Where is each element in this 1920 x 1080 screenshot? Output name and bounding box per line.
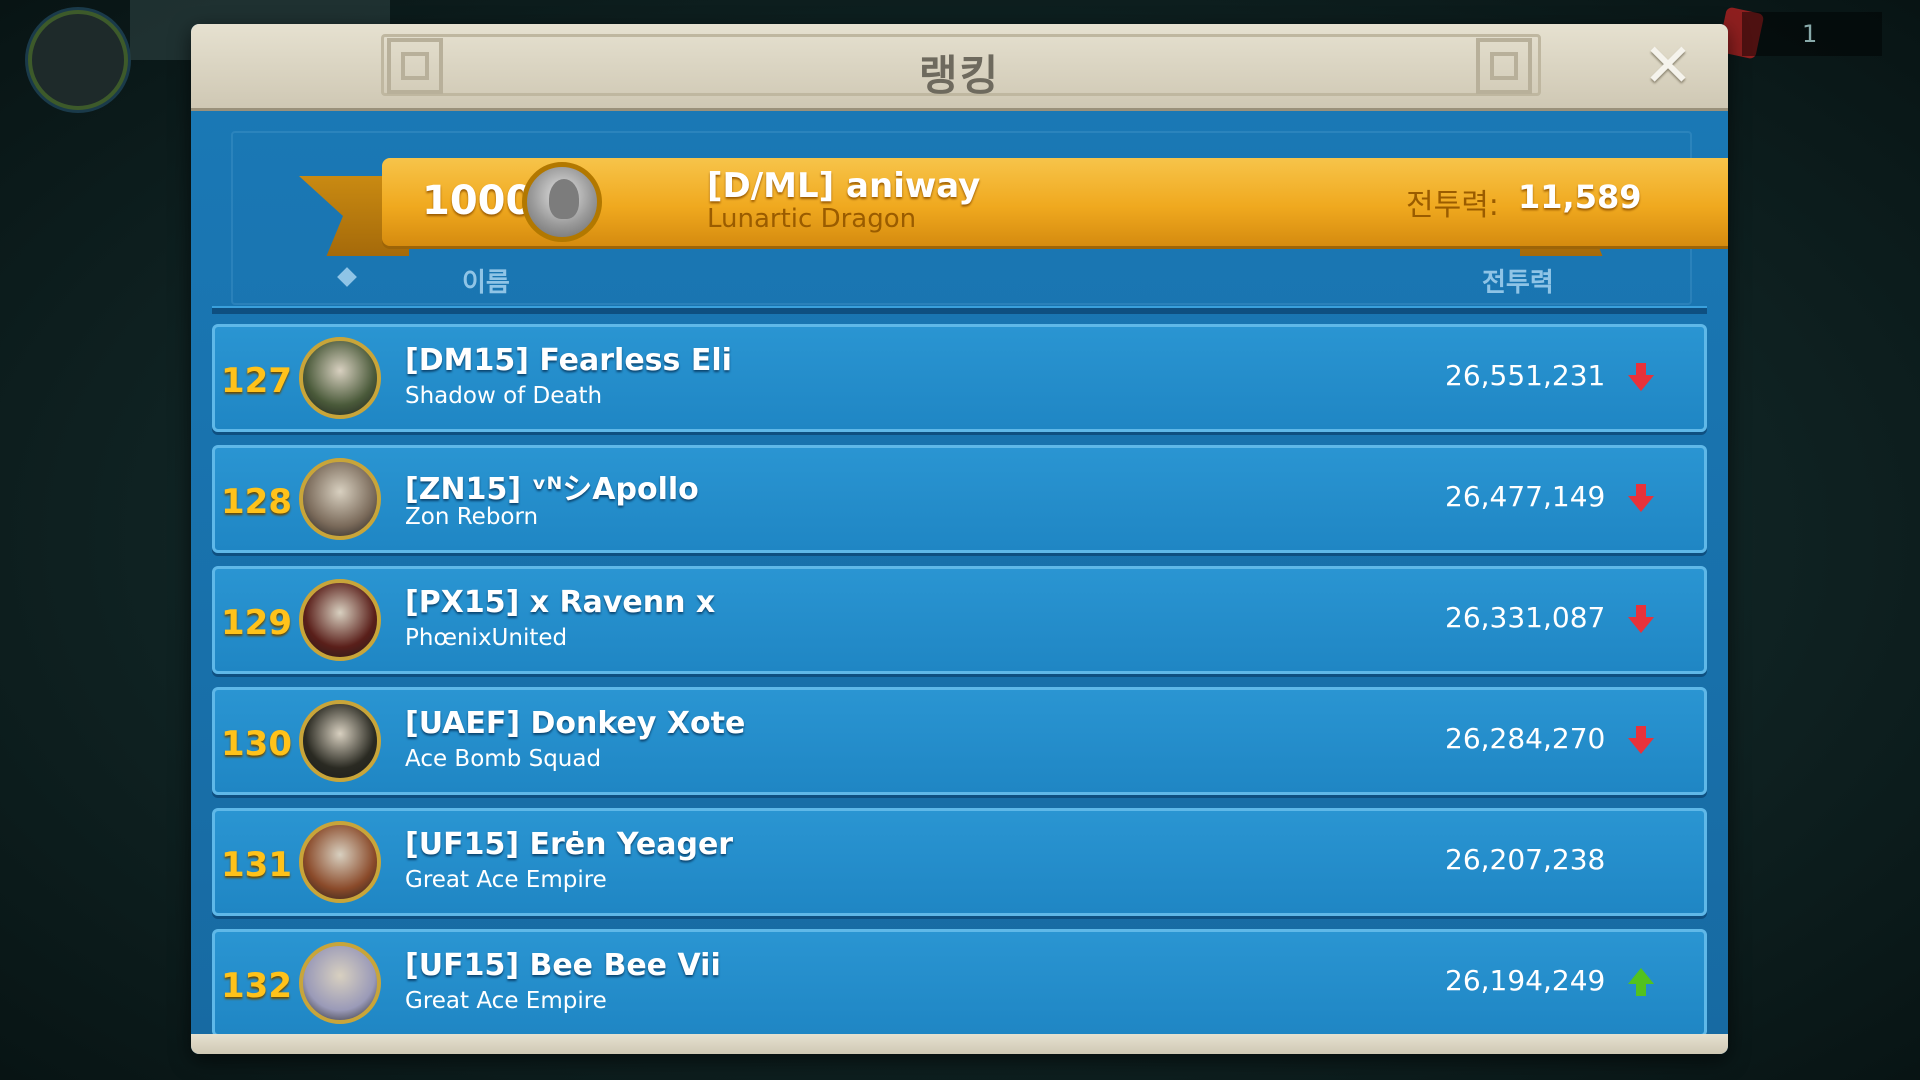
player-avatar	[522, 162, 602, 242]
row-guild-name: Great Ace Empire	[405, 867, 607, 893]
player-guild: Lunartic Dragon	[707, 204, 917, 234]
ranking-row[interactable]: 132 [UF15] Bee Bee Vii Great Ace Empire …	[212, 929, 1707, 1037]
row-power: 26,331,087	[1445, 601, 1606, 634]
row-power: 26,284,270	[1445, 722, 1606, 755]
column-power: 전투력	[1482, 268, 1554, 298]
player-power-label: 전투력:	[1406, 188, 1499, 223]
rank-trend-icon	[1628, 484, 1654, 516]
row-player-name: [ZN15] ᵛᴺシApollo	[405, 472, 699, 507]
diamond-icon	[337, 267, 357, 287]
header-divider	[212, 306, 1707, 314]
rank-trend-icon	[1628, 726, 1654, 758]
ranking-row[interactable]: 130 [UAEF] Donkey Xote Ace Bomb Squad 26…	[212, 687, 1707, 795]
player-portrait	[299, 700, 381, 782]
player-portrait	[299, 579, 381, 661]
player-power: 11,589	[1518, 178, 1642, 216]
row-player-name: [UF15] Erėn Yeager	[405, 827, 734, 862]
close-button[interactable]: ✕	[1640, 36, 1696, 96]
player-portrait	[299, 458, 381, 540]
background-player-avatar	[28, 10, 128, 110]
row-rank: 128	[221, 482, 292, 522]
row-player-name: [UAEF] Donkey Xote	[405, 706, 746, 741]
row-player-name: [DM15] Fearless Eli	[405, 343, 732, 378]
column-header: 이름 전투력	[212, 256, 1707, 304]
ranking-row[interactable]: 128 [ZN15] ᵛᴺシApollo Zon Reborn 26,477,1…	[212, 445, 1707, 553]
current-player-banner[interactable]: 1000+ [D/ML] aniway Lunartic Dragon 전투력:…	[382, 158, 1728, 246]
row-guild-name: Ace Bomb Squad	[405, 746, 602, 772]
row-guild-name: PhœnixUnited	[405, 625, 568, 651]
ranking-row[interactable]: 131 [UF15] Erėn Yeager Great Ace Empire …	[212, 808, 1707, 916]
ranking-row[interactable]: 127 [DM15] Fearless Eli Shadow of Death …	[212, 324, 1707, 432]
rank-trend-icon	[1628, 968, 1654, 1000]
row-power: 26,551,231	[1445, 359, 1606, 392]
row-guild-name: Shadow of Death	[405, 383, 603, 409]
row-rank: 129	[221, 603, 292, 643]
row-rank: 127	[221, 361, 292, 401]
modal-title: 랭킹	[918, 51, 1001, 100]
row-rank: 132	[221, 966, 292, 1006]
row-power: 26,207,238	[1445, 843, 1606, 876]
player-portrait	[299, 942, 381, 1024]
row-power: 26,477,149	[1445, 480, 1606, 513]
row-player-name: [PX15] x Ravenn x	[405, 585, 716, 620]
ranking-modal: 랭킹 ✕ 1000+ [D/ML] aniway Lunartic Dragon…	[191, 24, 1728, 1054]
rank-trend-icon	[1628, 847, 1654, 879]
row-rank: 131	[221, 845, 292, 885]
player-portrait	[299, 821, 381, 903]
row-power: 26,194,249	[1445, 964, 1606, 997]
modal-footer	[191, 1034, 1728, 1054]
rank-trend-icon	[1628, 605, 1654, 637]
row-rank: 130	[221, 724, 292, 764]
row-player-name: [UF15] Bee Bee Vii	[405, 948, 721, 983]
background-counter: 1	[1742, 12, 1882, 56]
player-portrait	[299, 337, 381, 419]
row-guild-name: Zon Reborn	[405, 504, 539, 530]
ranking-row[interactable]: 129 [PX15] x Ravenn x PhœnixUnited 26,33…	[212, 566, 1707, 674]
column-name: 이름	[462, 268, 510, 298]
player-name: [D/ML] aniway	[707, 166, 981, 206]
rank-trend-icon	[1628, 363, 1654, 395]
row-guild-name: Great Ace Empire	[405, 988, 607, 1014]
modal-titlebar: 랭킹 ✕	[191, 24, 1728, 111]
